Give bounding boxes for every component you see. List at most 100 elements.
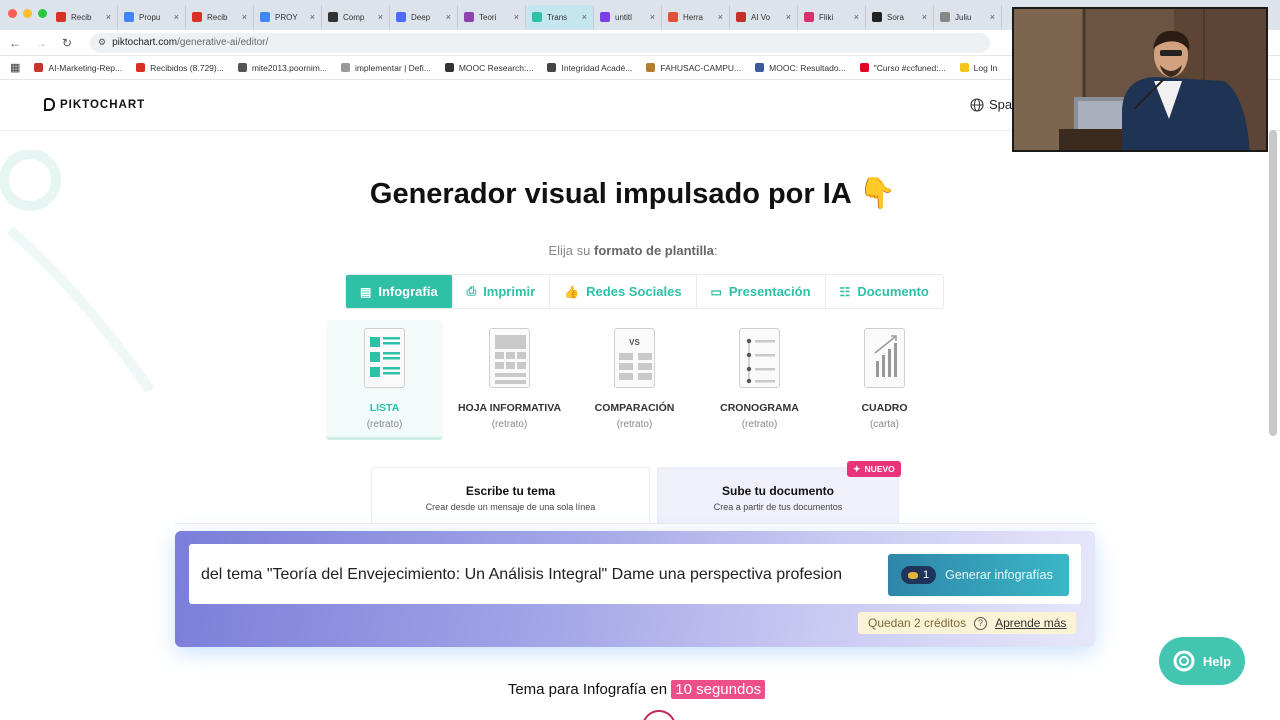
zoom-window-button[interactable] [38, 9, 47, 18]
tab-favicon-icon [804, 12, 814, 22]
tab-close-icon[interactable]: × [242, 12, 247, 22]
bookmark-item[interactable]: MOOC: Resultado... [755, 63, 846, 73]
close-window-button[interactable] [8, 9, 17, 18]
bookmark-label: Log In [973, 62, 998, 73]
browser-tab[interactable]: Teori × [458, 5, 526, 29]
format-tab-label: Redes Sociales [586, 284, 682, 299]
template-orientation: (retrato) [741, 419, 778, 430]
bookmark-item[interactable]: Recibidos (8.729)... [136, 63, 224, 73]
template-card-hoja-informativa[interactable]: HOJA INFORMATIVA (retrato) [451, 320, 568, 440]
tab-close-icon[interactable]: × [786, 12, 791, 22]
bookmark-item[interactable]: implementar | Defi... [340, 62, 431, 73]
learn-more-link[interactable]: Aprende más [995, 616, 1066, 630]
template-options: LISTA (retrato) HOJA INFORMATIVA (retrato) V… [326, 320, 943, 440]
back-arrow-icon[interactable]: ← [8, 36, 22, 50]
template-name: COMPARACIÓN [594, 402, 675, 414]
template-card-comparaci-n[interactable]: VS COMPARACIÓN (retrato) [576, 320, 693, 440]
divider [175, 523, 1095, 524]
tab-favicon-icon [328, 12, 338, 22]
url-field[interactable]: ⚙ piktochart.com/generative-ai/editor/ [90, 32, 990, 53]
template-orientation: (retrato) [616, 419, 653, 430]
browser-tab[interactable]: Fliki × [798, 5, 866, 29]
bookmark-item[interactable]: Integridad Acadé... [547, 63, 632, 73]
generate-infographics-button[interactable]: 1 Generar infografías [888, 554, 1069, 596]
template-thumbnail [864, 328, 905, 388]
browser-tab[interactable]: untitl × [594, 5, 662, 29]
write-topic-title: Escribe tu tema [465, 484, 556, 498]
tab-close-icon[interactable]: × [990, 12, 995, 22]
browser-tab[interactable]: Trans × [526, 5, 594, 29]
tab-label: Juliu [955, 12, 972, 22]
tab-close-icon[interactable]: × [514, 12, 519, 22]
tab-close-icon[interactable]: × [174, 12, 179, 22]
tab-label: Trans [547, 12, 568, 22]
browser-tab[interactable]: Sora × [866, 5, 934, 29]
browser-tab[interactable]: Herra × [662, 5, 730, 29]
piktochart-logo-icon [44, 98, 55, 111]
tab-format-0[interactable]: ▤ Infografía [346, 275, 453, 308]
browser-tab[interactable]: Propu × [118, 5, 186, 29]
tab-close-icon[interactable]: × [310, 12, 315, 22]
site-info-icon[interactable]: ⚙ [98, 37, 106, 48]
tab-format-2[interactable]: 👍 Redes Sociales [550, 275, 697, 308]
tab-close-icon[interactable]: × [922, 12, 927, 22]
bookmark-item[interactable]: Log In [959, 62, 998, 73]
tab-close-icon[interactable]: × [718, 12, 723, 22]
tab-close-icon[interactable]: × [582, 12, 587, 22]
pointing-down-icon: 👇 [858, 177, 897, 210]
template-card-cronograma[interactable]: CRONOGRAMA (retrato) [701, 320, 818, 440]
tab-format-1[interactable]: ⎙ Imprimir [453, 275, 551, 308]
bookmark-item[interactable]: FAHUSAC-CAMPU... [646, 63, 741, 73]
template-name: HOJA INFORMATIVA [457, 402, 562, 414]
browser-tab[interactable]: Recib × [186, 5, 254, 29]
template-card-lista[interactable]: LISTA (retrato) [326, 320, 443, 440]
tab-close-icon[interactable]: × [650, 12, 655, 22]
document-icon: ☷ [839, 284, 851, 299]
reload-icon[interactable]: ↻ [60, 36, 74, 50]
minimize-window-button[interactable] [23, 9, 32, 18]
input-mode-tabs: Escribe tu tema Crear desde un mensaje d… [371, 467, 899, 524]
tab-format-3[interactable]: ▭ Presentación [697, 275, 826, 308]
bookmark-item[interactable]: "Curso #ccfuned:... [859, 63, 946, 73]
template-card-cuadro[interactable]: CUADRO (carta) [826, 320, 943, 440]
bookmark-item[interactable]: MOOC Research:... [444, 62, 534, 73]
tab-close-icon[interactable]: × [378, 12, 383, 22]
tab-favicon-icon [872, 12, 882, 22]
tab-close-icon[interactable]: × [106, 12, 111, 22]
bookmark-favicon-icon [959, 63, 969, 72]
bookmark-label: MOOC Research:... [458, 62, 534, 73]
help-button[interactable]: Help [1159, 637, 1245, 685]
language-selector[interactable]: Spa [970, 97, 1012, 112]
template-thumbnail: VS [614, 328, 655, 388]
tab-favicon-icon [940, 12, 950, 22]
page-scrollbar[interactable] [1269, 130, 1277, 436]
prompt-input[interactable]: del tema "Teoría del Envejecimiento: Un … [201, 566, 881, 584]
piktochart-logo[interactable]: PIKTOCHART [44, 98, 145, 111]
tab-write-topic[interactable]: Escribe tu tema Crear desde un mensaje d… [371, 467, 650, 524]
tab-close-icon[interactable]: × [854, 12, 859, 22]
tab-label: Sora [887, 12, 904, 22]
window-controls [8, 9, 47, 18]
browser-tab[interactable]: Comp × [322, 5, 390, 29]
bookmark-label: mite2013.poornim... [251, 62, 327, 73]
tab-label: Comp [343, 12, 365, 22]
decorative-circle [642, 710, 676, 720]
bookmark-favicon-icon [444, 63, 454, 72]
browser-tab[interactable]: AI Vo × [730, 5, 798, 29]
browser-tab[interactable]: Deep × [390, 5, 458, 29]
apps-grid-icon[interactable]: ▦ [10, 61, 20, 74]
tab-label: Propu [139, 12, 161, 22]
tab-favicon-icon [464, 12, 474, 22]
credit-cost-badge: 1 [901, 566, 937, 584]
forward-arrow-icon[interactable]: → [34, 36, 48, 50]
bookmark-item[interactable]: mite2013.poornim... [237, 62, 327, 73]
bookmark-item[interactable]: AI-Marketing-Rep... [34, 63, 122, 73]
browser-tab[interactable]: Recib × [50, 5, 118, 29]
tab-close-icon[interactable]: × [446, 12, 451, 22]
tab-format-4[interactable]: ☷ Documento [826, 275, 943, 308]
browser-tab[interactable]: Juliu × [934, 5, 1002, 29]
subtitle-suffix: : [713, 243, 718, 258]
write-topic-desc: Crear desde un mensaje de una sola línea [425, 502, 596, 512]
browser-tab[interactable]: PROY × [254, 5, 322, 29]
bookmark-label: implementar | Defi... [354, 62, 431, 73]
